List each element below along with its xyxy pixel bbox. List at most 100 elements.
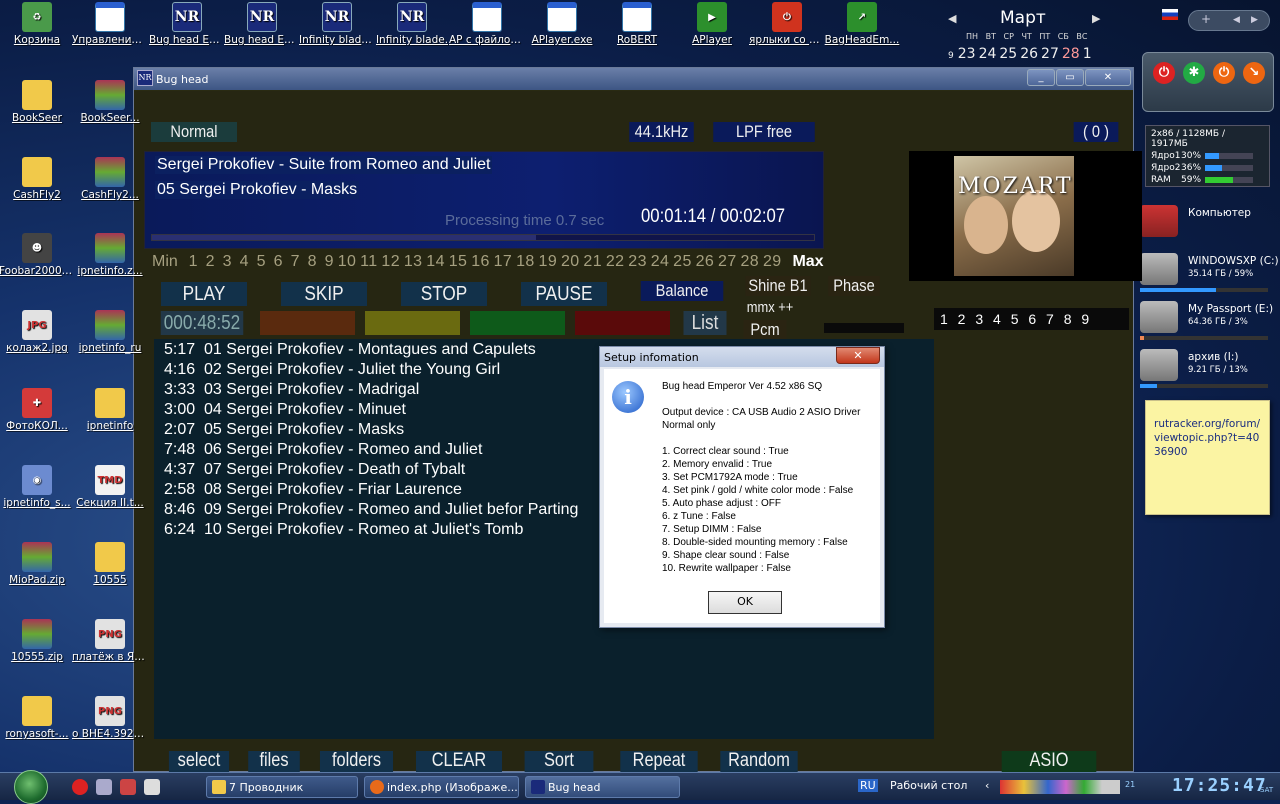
- clear-button[interactable]: CLEAR: [416, 751, 502, 773]
- calendar-day[interactable]: 28: [1062, 46, 1080, 62]
- desktop-icon[interactable]: NR Infinity blade SQ.: [299, 2, 375, 46]
- desktop-icon[interactable]: MioPad.zip: [0, 542, 75, 586]
- desktop-icon[interactable]: BookSeer: [0, 80, 75, 124]
- drive-gadget[interactable]: My Passport (E:) 64.36 ГБ / 3%: [1140, 301, 1273, 341]
- window-titlebar[interactable]: NR Bug head _ ▭ ✕: [134, 68, 1133, 90]
- tray-arrow-icon[interactable]: ‹: [985, 779, 989, 792]
- sleep-icon[interactable]: ↘: [1243, 62, 1265, 84]
- desktop-icon[interactable]: 10555: [72, 542, 148, 586]
- desktop-icon[interactable]: NR Bug head Emperor.: [224, 2, 300, 46]
- desktop-icon[interactable]: ipnetinfo: [72, 388, 148, 432]
- window-quicklaunch-icon[interactable]: [144, 779, 160, 795]
- drive-gadget[interactable]: архив (I:) 9.21 ГБ / 13%: [1140, 349, 1270, 389]
- stop-button[interactable]: STOP: [401, 282, 487, 306]
- balance-button[interactable]: Balance: [640, 281, 724, 301]
- taskbar-explorer[interactable]: 7 Проводник: [206, 776, 358, 798]
- drive-gadget[interactable]: WINDOWSXP (C:) 35.14 ГБ / 59%: [1140, 253, 1279, 293]
- playlist-row[interactable]: 7:48 06 Sergei Prokofiev - Romeo and Jul…: [164, 441, 482, 459]
- calendar-day[interactable]: 24: [979, 46, 997, 62]
- logoff-icon[interactable]: ⏻: [1213, 62, 1235, 84]
- desktop-icon[interactable]: JPG колаж2.jpg: [0, 310, 75, 354]
- desktop-icon[interactable]: APlayer.exe: [524, 2, 600, 46]
- calendar-day[interactable]: 27: [1041, 46, 1059, 62]
- minimize-button[interactable]: _: [1027, 69, 1055, 86]
- phase-button[interactable]: Phase: [828, 276, 880, 296]
- playlist-row[interactable]: 6:24 10 Sergei Prokofiev - Romeo at Juli…: [164, 521, 523, 539]
- mode-display[interactable]: Normal: [151, 122, 237, 142]
- sort-button[interactable]: Sort: [524, 751, 594, 773]
- asio-button[interactable]: ASIO: [1001, 751, 1097, 773]
- desktop-icon[interactable]: ▶ APlayer: [674, 2, 750, 46]
- sticky-note[interactable]: rutracker.org/forum/viewtopic.php?t=4036…: [1145, 400, 1270, 515]
- desktop-icon[interactable]: BookSeer...: [72, 80, 148, 124]
- russian-flag-icon[interactable]: [1162, 9, 1178, 20]
- shutdown-icon[interactable]: ⏻: [1153, 62, 1175, 84]
- playlist-row[interactable]: 5:17 01 Sergei Prokofiev - Montagues and…: [164, 341, 536, 359]
- next-gadget-icon[interactable]: ▶: [1251, 15, 1258, 25]
- playlist-row[interactable]: 4:37 07 Sergei Prokofiev - Death of Tyba…: [164, 461, 465, 479]
- color-button-orange[interactable]: [260, 311, 355, 335]
- select-button[interactable]: select: [168, 751, 230, 773]
- desktop-icon[interactable]: ♻ Корзина: [0, 2, 75, 46]
- folders-button[interactable]: folders: [319, 751, 394, 773]
- files-button[interactable]: files: [248, 751, 300, 773]
- repeat-button[interactable]: Repeat: [620, 751, 698, 773]
- playlist-row[interactable]: 8:46 09 Sergei Prokofiev - Romeo and Jul…: [164, 501, 578, 519]
- desktop-icon[interactable]: ◉ ipnetinfo_s...: [0, 465, 75, 509]
- desktop-icon[interactable]: AP с файлом от ARXETI...: [449, 2, 525, 46]
- playlist-row[interactable]: 4:16 02 Sergei Prokofiev - Juliet the Yo…: [164, 361, 500, 379]
- desktop-icon[interactable]: 10555.zip: [0, 619, 75, 663]
- shine-button[interactable]: Shine B1: [745, 276, 811, 296]
- desktop-icon[interactable]: Управление компьютером: [72, 2, 148, 46]
- media-quicklaunch-icon[interactable]: [120, 779, 136, 795]
- desktop-icon[interactable]: ✚ ФотоКОЛ...: [0, 388, 75, 432]
- desktop-icon[interactable]: ronyasoft-...: [0, 696, 75, 740]
- power-quicklaunch-icon[interactable]: [72, 779, 88, 795]
- dialog-close-button[interactable]: ✕: [836, 347, 880, 364]
- restart-icon[interactable]: ✱: [1183, 62, 1205, 84]
- calendar-day[interactable]: 25: [999, 46, 1017, 62]
- desktop-icon[interactable]: CashFly2: [0, 157, 75, 201]
- desktop-icon[interactable]: ↗ BagHeadEm...: [824, 2, 900, 46]
- desktop-icon[interactable]: ☻ Foobar2000 zPack: [0, 233, 75, 277]
- taskbar-browser[interactable]: index.php (Изображе...: [364, 776, 519, 798]
- desktop-icon[interactable]: ipnetinfo.z...: [72, 233, 148, 277]
- color-button-green[interactable]: [470, 311, 565, 335]
- color-button-yellow[interactable]: [365, 311, 460, 335]
- desktop-icon[interactable]: ⏻ ярлыки со стола: [749, 2, 825, 46]
- playlist-row[interactable]: 3:33 03 Sergei Prokofiev - Madrigal: [164, 381, 419, 399]
- desktop-icon[interactable]: RoBERT: [599, 2, 675, 46]
- pause-button[interactable]: PAUSE: [521, 282, 607, 306]
- prev-month-icon[interactable]: ◀: [948, 12, 956, 25]
- desktop-icon[interactable]: TMD Секция II.t...: [72, 465, 148, 509]
- mmx-button[interactable]: mmx ++: [744, 298, 796, 318]
- desktop-icon[interactable]: CashFly2...: [72, 157, 148, 201]
- app-quicklaunch-icon[interactable]: [96, 779, 112, 795]
- skip-button[interactable]: SKIP: [281, 282, 367, 306]
- playlist-row[interactable]: 2:58 08 Sergei Prokofiev - Friar Laurenc…: [164, 481, 462, 499]
- desktop-icon[interactable]: PNG платёж в ЯндексДе...: [72, 619, 148, 663]
- calendar-day[interactable]: 23: [958, 46, 976, 62]
- random-button[interactable]: Random: [720, 751, 798, 773]
- ok-button[interactable]: OK: [708, 591, 782, 614]
- pcm-button[interactable]: Pcm: [743, 320, 787, 340]
- tray-icons[interactable]: [1000, 780, 1120, 794]
- volume-scale[interactable]: Min 1 2 3 4 5 6 7 8 9 10 11 12 13 14 15 …: [152, 253, 824, 271]
- calendar-day[interactable]: 1: [1083, 46, 1092, 62]
- playlist-row[interactable]: 3:00 04 Sergei Prokofiev - Minuet: [164, 401, 406, 419]
- calendar-day[interactable]: 26: [1020, 46, 1038, 62]
- desktop-icon[interactable]: NR Bug head Emperor SQ.: [149, 2, 225, 46]
- start-button[interactable]: [14, 770, 48, 804]
- prev-gadget-icon[interactable]: ◀: [1233, 15, 1240, 25]
- maximize-button[interactable]: ▭: [1056, 69, 1084, 86]
- desktop-icon[interactable]: NR Infinity blade.: [374, 2, 450, 46]
- drive-gadget[interactable]: Компьютер: [1140, 205, 1270, 245]
- add-gadget-icon[interactable]: +: [1201, 12, 1211, 26]
- desktop-icon[interactable]: PNG о ВНЕ4.3920...: [72, 696, 148, 740]
- next-month-icon[interactable]: ▶: [1092, 12, 1100, 25]
- close-button[interactable]: ✕: [1085, 69, 1131, 86]
- color-button-red[interactable]: [575, 311, 670, 335]
- language-indicator[interactable]: RU: [858, 779, 878, 792]
- taskbar-bughead[interactable]: Bug head: [525, 776, 680, 798]
- playlist-pages[interactable]: 1 2 3 4 5 6 7 8 9: [934, 308, 1129, 330]
